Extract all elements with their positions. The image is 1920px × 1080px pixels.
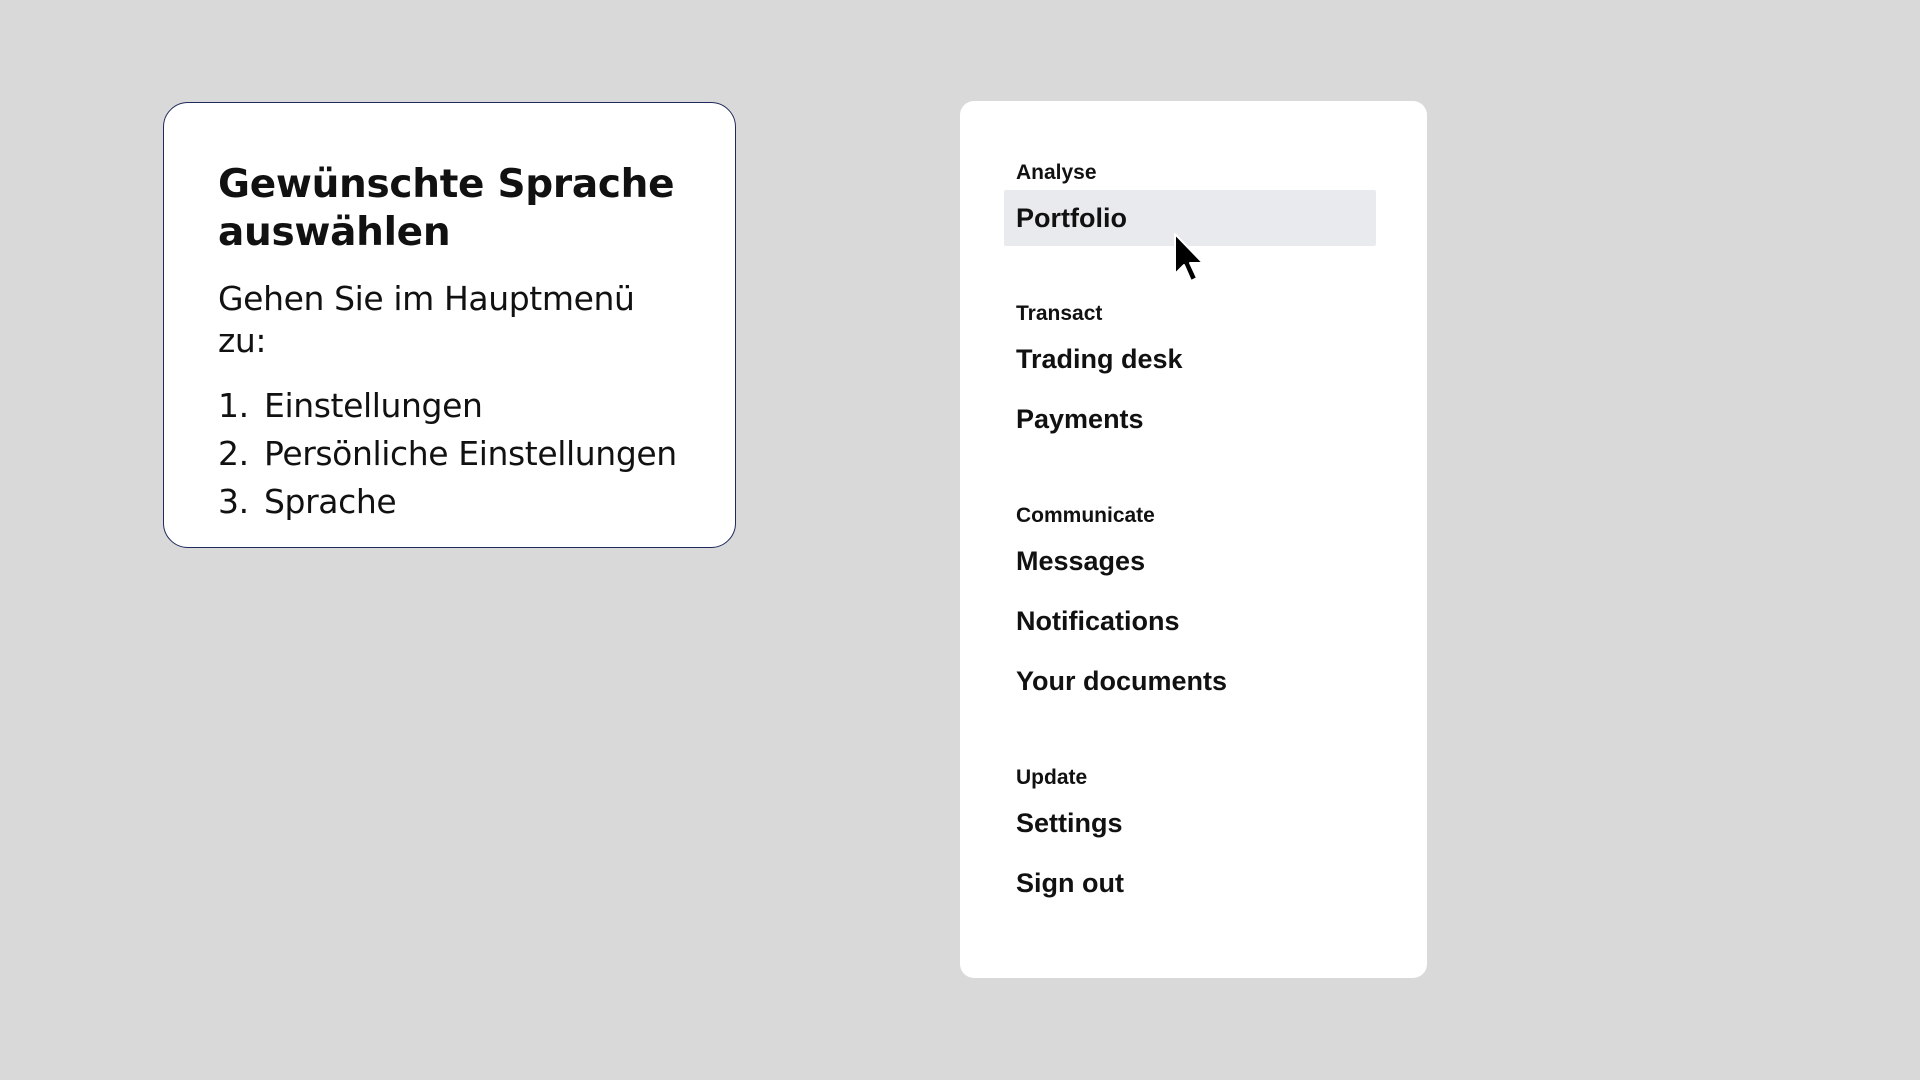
mouse-pointer-icon [1174, 233, 1204, 282]
instruction-lead: Gehen Sie im Hauptmenü zu: [218, 279, 635, 360]
instruction-title: Gewünschte Sprache auswählen [218, 162, 675, 255]
step-number: 1. [218, 386, 249, 425]
menu-group-label: Analyse [1016, 161, 1097, 184]
menu-group-label: Transact [1016, 302, 1103, 325]
menu-item-settings[interactable]: Settings [1004, 795, 1376, 851]
menu-group-transact: Transact Trading desk Payments [1004, 301, 1376, 447]
step-number: 3. [218, 482, 249, 521]
menu-group-label: Communicate [1016, 504, 1155, 527]
menu-item-messages[interactable]: Messages [1004, 533, 1376, 589]
instruction-steps: 1. Einstellungen 2. Persönliche Einstell… [218, 382, 683, 526]
menu-item-trading-desk[interactable]: Trading desk [1004, 331, 1376, 387]
step-label: Persönliche Einstellungen [264, 434, 677, 473]
step-label: Einstellungen [264, 386, 483, 425]
menu-item-notifications[interactable]: Notifications [1004, 593, 1376, 649]
instruction-card: Gewünschte Sprache auswählen Gehen Sie i… [163, 102, 736, 548]
step-label: Sprache [264, 482, 397, 521]
instruction-step: 1. Einstellungen [218, 382, 683, 430]
instruction-step: 3. Sprache [218, 478, 683, 526]
menu-group-communicate: Communicate Messages Notifications Your … [1004, 503, 1376, 709]
menu-item-your-documents[interactable]: Your documents [1004, 653, 1376, 709]
menu-group-label: Update [1016, 766, 1088, 789]
menu-group-update: Update Settings Sign out [1004, 765, 1376, 911]
menu-item-sign-out[interactable]: Sign out [1004, 855, 1376, 911]
instruction-step: 2. Persönliche Einstellungen [218, 430, 683, 478]
menu-item-payments[interactable]: Payments [1004, 391, 1376, 447]
step-number: 2. [218, 434, 249, 473]
